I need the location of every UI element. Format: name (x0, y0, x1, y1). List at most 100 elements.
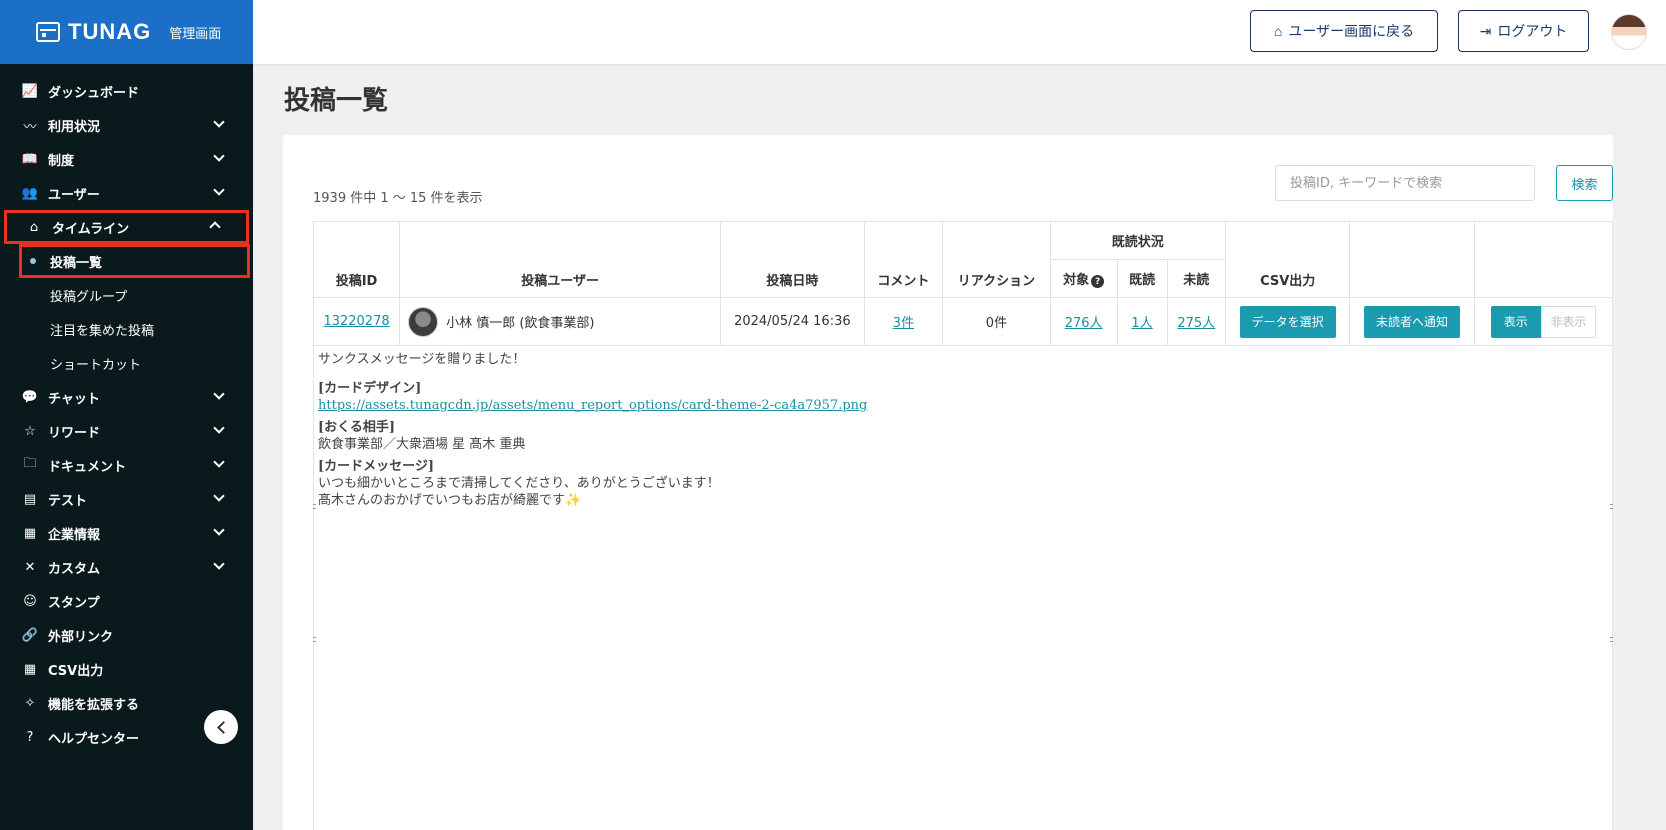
col-comment: コメント (863, 221, 944, 298)
target-link[interactable]: 276人 (1065, 316, 1103, 331)
sidebar-item-8[interactable]: ▤ テスト (0, 482, 253, 516)
cell-date: 2024/05/24 16:36 (720, 297, 865, 346)
chart-icon: 📈 (21, 83, 39, 99)
sidebar-item-label: 制度 (48, 153, 75, 169)
book-icon: 📖 (21, 151, 39, 167)
sidebar-item-4[interactable]: ⌂ タイムライン (4, 210, 249, 244)
show-button[interactable]: 表示 (1490, 305, 1541, 338)
back-to-user-screen-button[interactable]: ⌂ ユーザー画面に戻る (1250, 10, 1438, 52)
select-data-button[interactable]: データを選択 (1239, 305, 1336, 338)
sidebar-item-label: ダッシュボード (48, 85, 140, 101)
sidebar-subitem-label: ショートカット (50, 357, 142, 373)
top-header: ⌂ ユーザー画面に戻る ⇥ ログアウト (253, 0, 1666, 64)
tools-icon: ✕ (24, 559, 36, 575)
folder-icon: 🗀 (23, 456, 37, 471)
chevron-down-icon (213, 186, 225, 200)
search-button[interactable]: 検索 (1556, 165, 1613, 201)
sidebar-subitem-1[interactable]: 投稿グループ (0, 278, 253, 312)
star-icon: ☆ (24, 423, 36, 439)
post-id-link[interactable]: 13220278 (323, 314, 389, 329)
col-csv: CSV出力 (1224, 221, 1351, 298)
sidebar-subitem-label: 投稿グループ (50, 289, 128, 305)
chevron-down-icon (213, 526, 225, 540)
user-name: 小林 慎一郎 (飲食事業部) (446, 316, 595, 331)
smile-icon: ☺ (23, 593, 37, 609)
sidebar-item-label: リワード (48, 425, 101, 441)
account-avatar[interactable] (1611, 14, 1647, 50)
test-icon: ▤ (23, 491, 37, 507)
users-icon: 👥 (21, 185, 39, 201)
sidebar-item-11[interactable]: ☺ スタンプ (0, 584, 253, 618)
col-read-status: 既読状況 (1049, 221, 1227, 260)
building-icon: ▦ (23, 525, 37, 541)
sidebar-item-label: 利用状況 (48, 119, 101, 135)
cell-reaction: 0件 (942, 297, 1051, 346)
col-notify (1349, 221, 1475, 298)
collapse-sidebar-button[interactable] (204, 710, 238, 744)
content-heading: [カードメッセージ] (318, 459, 435, 474)
chevron-down-icon (213, 152, 225, 166)
cell-target: 276人 (1049, 297, 1118, 346)
sidebar-item-label: ヘルプセンター (48, 731, 140, 747)
sidebar-subitem-label: 注目を集めた投稿 (50, 323, 155, 339)
link-icon: 🔗 (21, 627, 39, 643)
sidebar-item-9[interactable]: ▦ 企業情報 (0, 516, 253, 550)
chevron-up-icon (209, 220, 221, 234)
card-design-link[interactable]: https://assets.tunagcdn.jp/assets/menu_r… (318, 398, 867, 413)
sidebar-item-5[interactable]: 💬 チャット (0, 380, 253, 414)
content-line: 飲食事業部／大衆酒場 星 髙木 重典 (318, 437, 526, 452)
hide-button[interactable]: 非表示 (1540, 305, 1596, 338)
sidebar-item-label: 機能を拡張する (48, 697, 140, 713)
content-line: サンクスメッセージを贈りました！ (318, 352, 526, 367)
sidebar-item-label: テスト (48, 493, 88, 509)
col-target-label: 対象 (1063, 272, 1090, 288)
sidebar-item-10[interactable]: ✕ カスタム (0, 550, 253, 584)
sidebar-subitem-label: 投稿一覧 (50, 255, 103, 271)
sidebar-item-13[interactable]: ▦ CSV出力 (0, 652, 253, 686)
sidebar-item-label: 外部リンク (48, 629, 114, 645)
sidebar-item-6[interactable]: ☆ リワード (0, 414, 253, 448)
sidebar-item-label: ユーザー (48, 187, 100, 203)
sidebar-subitem-0[interactable]: 投稿一覧 (19, 244, 250, 278)
chevron-down-icon (213, 492, 225, 506)
col-read: 既読 (1116, 259, 1168, 298)
comment-link[interactable]: 3件 (893, 316, 914, 331)
col-target: 対象? (1049, 259, 1118, 298)
sidebar-subitem-3[interactable]: ショートカット (0, 346, 253, 380)
sidebar-item-1[interactable]: 〰利用状況 (0, 108, 253, 142)
cell-post-id: 13220278 (312, 297, 401, 346)
question-icon[interactable]: ? (1091, 275, 1105, 289)
sidebar-subitem-2[interactable]: 注目を集めた投稿 (0, 312, 253, 346)
brand-header[interactable]: TUNAG 管理画面 (0, 0, 253, 64)
table-row: 13220278 小林 慎一郎 (飲食事業部) 2024/05/24 16:36… (312, 297, 1614, 346)
chevron-down-icon (213, 560, 225, 574)
sidebar-item-label: タイムライン (52, 221, 130, 237)
col-post-id: 投稿ID (312, 221, 401, 298)
col-visibility (1473, 221, 1614, 298)
page-title: 投稿一覧 (284, 86, 389, 116)
search-input[interactable] (1275, 165, 1535, 201)
cell-csv: データを選択 (1224, 297, 1351, 346)
sidebar-item-0[interactable]: 📈 ダッシュボード (0, 74, 253, 108)
sidebar-item-7[interactable]: 🗀 ドキュメント (0, 448, 253, 482)
cell-read: 1人 (1116, 297, 1168, 346)
table-icon: ▦ (23, 661, 37, 677)
sidebar-nav: 📈 ダッシュボード〰利用状況 📖 制度 👥 ユーザー ⌂ タイムライン投稿一覧投稿グループ注目… (0, 64, 253, 754)
logout-icon: ⇥ (1479, 22, 1492, 39)
sidebar-item-label: スタンプ (48, 595, 100, 611)
content-line: いつも細かいところまで清掃してくださり、ありがとうございます！ (318, 476, 720, 491)
sparkle-icon: ✧ (24, 695, 36, 711)
unread-link[interactable]: 275人 (1177, 316, 1215, 331)
logout-button[interactable]: ⇥ ログアウト (1458, 10, 1589, 52)
col-user: 投稿ユーザー (399, 221, 722, 298)
user-avatar (408, 306, 439, 337)
chat-icon: 💬 (21, 389, 39, 405)
sidebar-item-2[interactable]: 📖 制度 (0, 142, 253, 176)
sidebar-item-12[interactable]: 🔗 外部リンク (0, 618, 253, 652)
sidebar-item-label: チャット (48, 391, 100, 407)
result-count: 1939 件中 1 〜 15 件を表示 (313, 191, 483, 206)
read-link[interactable]: 1人 (1131, 316, 1152, 331)
sidebar-item-3[interactable]: 👥 ユーザー (0, 176, 253, 210)
active-dot-icon (30, 258, 36, 264)
notify-unread-button[interactable]: 未読者へ通知 (1364, 305, 1461, 338)
